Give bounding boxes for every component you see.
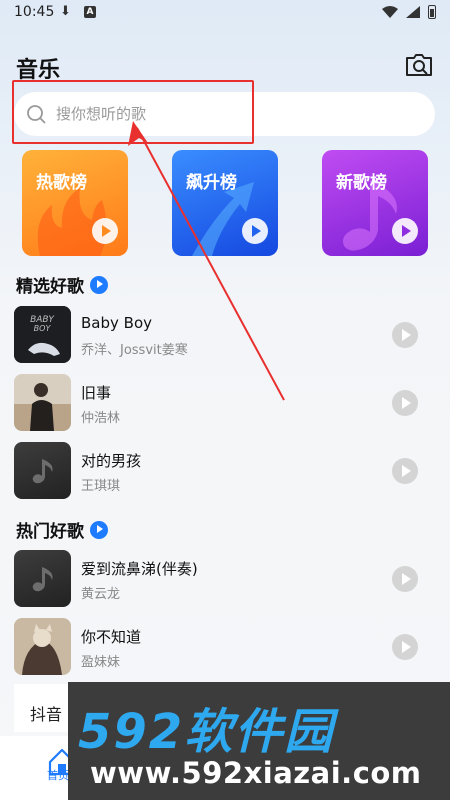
watermark-overlay: 592软件园 www.592xiazai.com xyxy=(68,682,450,800)
song-artist: 仲浩林 xyxy=(81,411,121,426)
status-time: 10:45 xyxy=(14,4,55,20)
section-title-text: 热门好歌 xyxy=(16,522,84,542)
search-icon xyxy=(27,105,46,124)
play-icon[interactable] xyxy=(392,634,418,660)
play-icon[interactable] xyxy=(392,218,418,244)
chart-cards: 热歌榜 飙升榜 新歌榜 xyxy=(0,150,450,258)
song-name: 爱到流鼻涕(伴奏) xyxy=(81,560,198,578)
watermark-logo-text: 592软件园 xyxy=(78,704,335,760)
play-icon[interactable] xyxy=(92,218,118,244)
section-featured-title[interactable]: 精选好歌 xyxy=(16,272,108,297)
music-note-icon xyxy=(32,458,53,483)
song-recognition-icon[interactable] xyxy=(404,52,434,78)
song-item[interactable]: BABY BOY Baby Boy 乔洋、Jossvit姜寒 xyxy=(14,306,434,364)
section-popular-title[interactable]: 热门好歌 xyxy=(16,517,108,542)
wifi-icon xyxy=(382,6,398,18)
song-artist: 王琪琪 xyxy=(81,479,121,494)
song-item[interactable]: 你不知道 盈妹妹 xyxy=(14,618,434,676)
song-item[interactable]: 旧事 仲浩林 xyxy=(14,374,434,432)
watermark-url-text: www.592xiazai.com xyxy=(90,756,422,790)
tab-douyin[interactable]: 抖音 xyxy=(30,701,62,725)
chart-card-new[interactable]: 新歌榜 xyxy=(322,150,428,256)
chart-card-label: 新歌榜 xyxy=(336,173,387,193)
music-note-icon xyxy=(32,566,53,591)
search-input[interactable] xyxy=(56,102,416,126)
chart-card-label: 热歌榜 xyxy=(36,173,87,193)
svg-text:BOY: BOY xyxy=(34,324,52,333)
album-cover xyxy=(14,374,71,431)
chart-card-rise[interactable]: 飙升榜 xyxy=(172,150,278,256)
chart-card-hot[interactable]: 热歌榜 xyxy=(22,150,128,256)
play-all-icon[interactable] xyxy=(90,275,108,294)
song-name: 旧事 xyxy=(81,384,112,402)
play-icon[interactable] xyxy=(392,566,418,592)
song-artist: 黄云龙 xyxy=(81,587,121,602)
section-title-text: 精选好歌 xyxy=(16,277,84,297)
play-icon[interactable] xyxy=(392,458,418,484)
chart-card-label: 飙升榜 xyxy=(186,173,237,193)
album-cover xyxy=(14,618,71,675)
notification-a-icon: A xyxy=(84,6,96,18)
play-icon[interactable] xyxy=(392,322,418,348)
album-cover: BABY BOY xyxy=(14,306,71,363)
song-name: 你不知道 xyxy=(81,628,142,646)
search-bar[interactable] xyxy=(14,92,435,136)
song-name: 对的男孩 xyxy=(81,452,142,470)
signal-icon xyxy=(406,6,420,18)
nav-home-label[interactable]: 首页 xyxy=(47,767,69,783)
album-cover xyxy=(14,442,71,499)
play-icon[interactable] xyxy=(242,218,268,244)
play-all-icon[interactable] xyxy=(90,520,108,539)
battery-icon xyxy=(428,5,436,19)
song-item[interactable]: 对的男孩 王琪琪 xyxy=(14,442,434,500)
album-cover xyxy=(14,550,71,607)
song-artist: 乔洋、Jossvit姜寒 xyxy=(81,343,188,358)
song-artist: 盈妹妹 xyxy=(81,655,121,670)
page-title: 音乐 xyxy=(16,58,61,83)
play-icon[interactable] xyxy=(392,390,418,416)
download-icon: ⬇ xyxy=(60,4,71,19)
status-bar: 10:45 ⬇ A xyxy=(0,0,450,26)
song-item[interactable]: 爱到流鼻涕(伴奏) 黄云龙 xyxy=(14,550,434,608)
song-name: Baby Boy xyxy=(81,314,152,332)
